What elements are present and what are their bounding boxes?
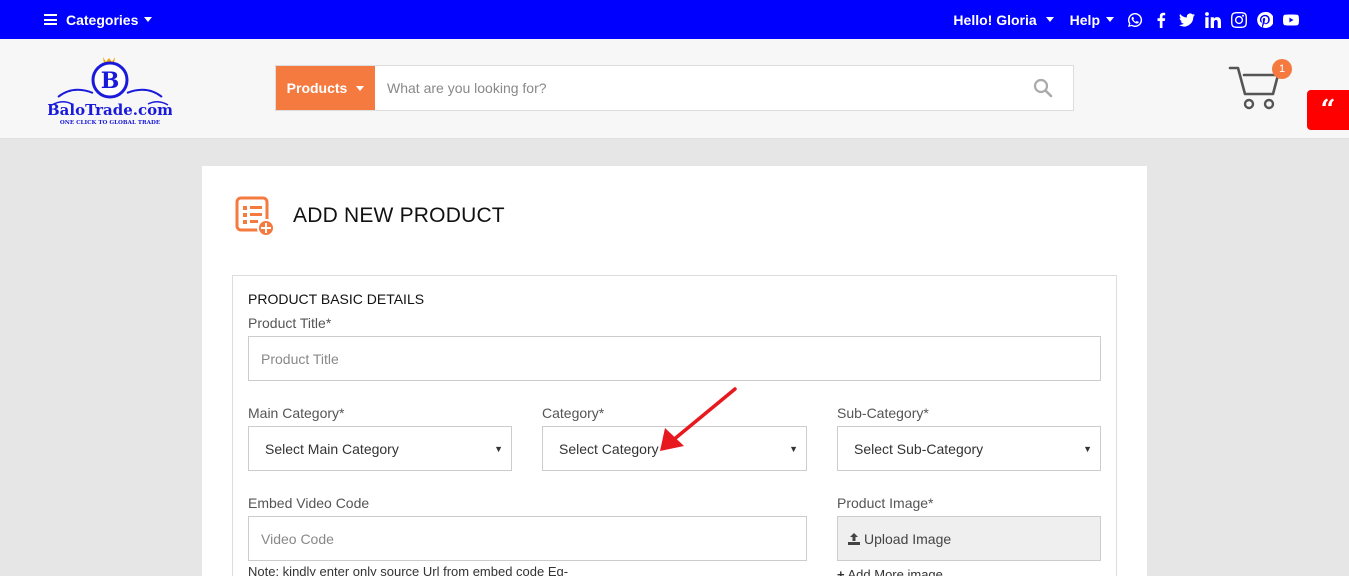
dropdown-arrow-icon: ▼: [494, 444, 503, 454]
categories-menu-button[interactable]: Categories: [44, 0, 153, 39]
quote-icon: “: [1320, 95, 1336, 125]
add-list-icon: [235, 196, 275, 236]
search-category-dropdown[interactable]: Products: [276, 66, 375, 110]
help-menu-button[interactable]: Help: [1070, 12, 1114, 28]
chevron-down-icon: [356, 85, 365, 91]
product-title-label: Product Title*: [248, 315, 332, 331]
svg-text:B: B: [101, 68, 120, 94]
pinterest-icon[interactable]: [1256, 11, 1274, 29]
dropdown-arrow-icon: ▼: [1083, 444, 1092, 454]
chevron-down-icon: [1106, 17, 1114, 22]
product-title-input[interactable]: [248, 336, 1101, 381]
user-greeting: Hello! Gloria: [953, 11, 1037, 28]
facebook-icon[interactable]: [1152, 11, 1170, 29]
search-input[interactable]: [375, 66, 1013, 110]
section-title: PRODUCT BASIC DETAILS: [248, 291, 425, 307]
upload-image-label: Upload Image: [864, 530, 952, 547]
twitter-icon[interactable]: [1178, 11, 1196, 29]
category-value: Select Category: [559, 440, 659, 457]
card-header: ADD NEW PRODUCT: [235, 196, 505, 236]
add-more-image-label: Add More image: [847, 567, 943, 576]
site-header: B BaloTrade.com ONE CLICK TO GLOBAL TRAD…: [0, 39, 1349, 139]
top-right-nav: Hello! Gloria Help: [953, 0, 1300, 39]
main-category-label: Main Category*: [248, 405, 345, 421]
add-product-card: ADD NEW PRODUCT PRODUCT BASIC DETAILS Pr…: [202, 166, 1147, 576]
video-code-note: Note: kindly enter only source Url from …: [248, 564, 569, 576]
menu-icon: [44, 14, 57, 25]
user-menu-button[interactable]: Hello! Gloria: [953, 11, 1054, 28]
help-label: Help: [1069, 11, 1100, 28]
video-code-label: Embed Video Code: [248, 495, 370, 511]
search-bar: Products: [275, 65, 1074, 111]
linkedin-icon[interactable]: [1204, 11, 1222, 29]
main-category-select[interactable]: Select Main Category ▼: [248, 426, 512, 471]
plus-icon: +: [837, 567, 845, 576]
category-label: Category*: [542, 405, 605, 421]
youtube-icon[interactable]: [1282, 11, 1300, 29]
video-code-input[interactable]: [248, 516, 807, 561]
sub-category-label: Sub-Category*: [837, 405, 929, 421]
whatsapp-icon[interactable]: [1126, 11, 1144, 29]
page-title: ADD NEW PRODUCT: [293, 204, 505, 227]
chevron-down-icon: [1045, 17, 1054, 22]
product-image-label: Product Image*: [837, 495, 934, 511]
site-logo[interactable]: B BaloTrade.com ONE CLICK TO GLOBAL TRAD…: [47, 53, 173, 127]
upload-image-button[interactable]: Upload Image: [837, 516, 1101, 561]
main-category-value: Select Main Category: [265, 440, 399, 457]
instagram-icon[interactable]: [1230, 11, 1248, 29]
chevron-down-icon: [144, 17, 153, 22]
categories-label: Categories: [66, 11, 139, 28]
search-button[interactable]: [1013, 66, 1073, 110]
basic-details-section: PRODUCT BASIC DETAILS Product Title* Mai…: [232, 275, 1117, 576]
category-select[interactable]: Select Category ▼: [542, 426, 807, 471]
upload-icon: [848, 532, 860, 545]
cart-count-badge: 1: [1272, 59, 1292, 79]
sub-category-select[interactable]: Select Sub-Category ▼: [837, 426, 1101, 471]
svg-text:ONE CLICK TO GLOBAL TRADE: ONE CLICK TO GLOBAL TRADE: [60, 120, 160, 126]
search-icon: [1033, 78, 1053, 98]
request-quote-button[interactable]: “: [1307, 90, 1349, 130]
sub-category-value: Select Sub-Category: [854, 440, 984, 457]
svg-text:BaloTrade.com: BaloTrade.com: [48, 101, 172, 119]
add-more-image-link[interactable]: + Add More image: [837, 567, 943, 576]
dropdown-arrow-icon: ▼: [789, 444, 798, 454]
search-category-label: Products: [286, 80, 348, 96]
top-bar: Categories Hello! Gloria Help: [0, 0, 1349, 39]
